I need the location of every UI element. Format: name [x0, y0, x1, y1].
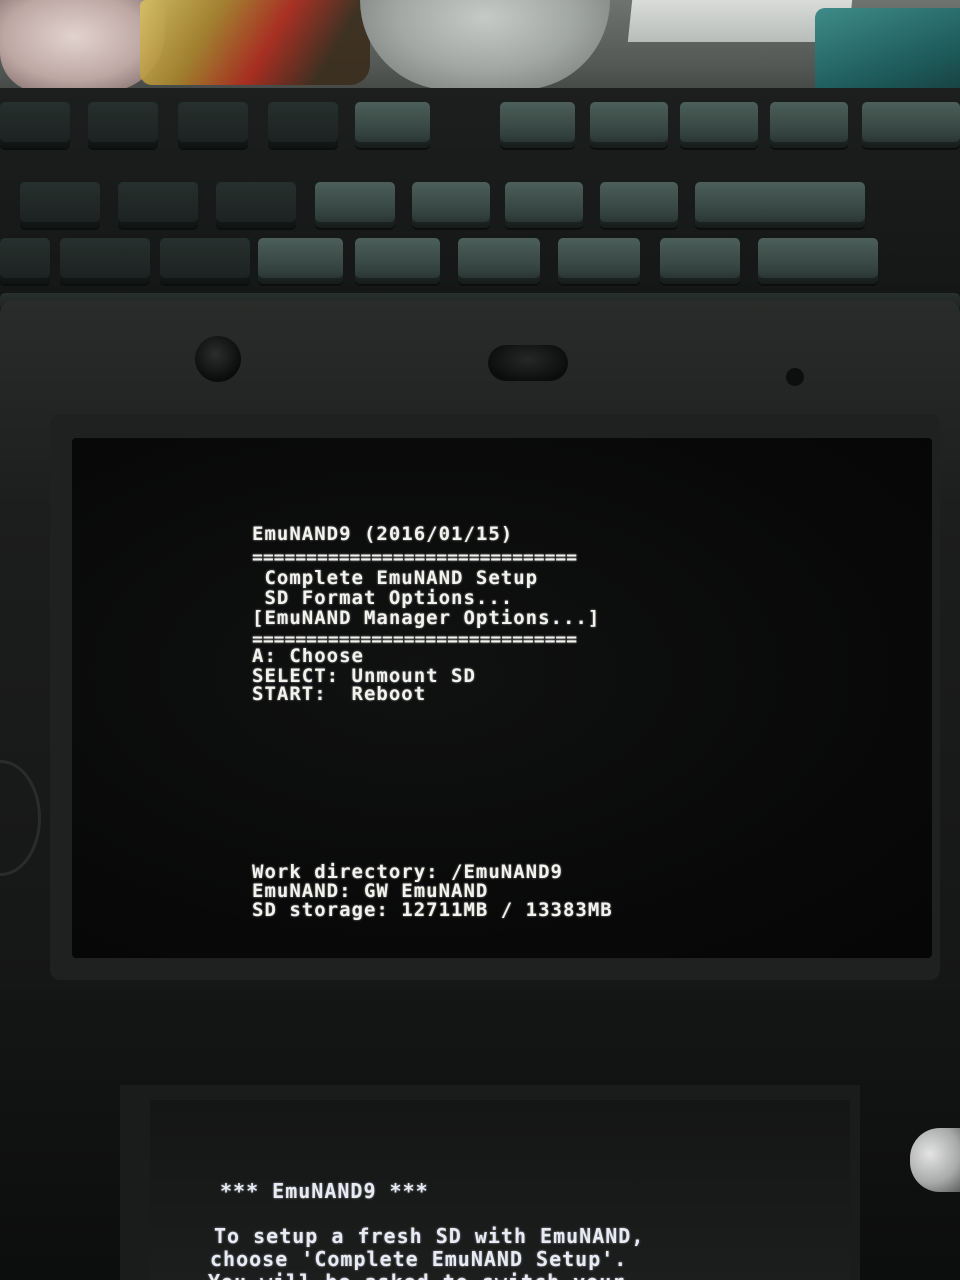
control-hint-start: START: Reboot	[252, 683, 427, 705]
keyboard-key	[216, 182, 296, 228]
menu-item-emunand-manager-selected[interactable]: [EmuNAND Manager Options...]	[252, 608, 600, 628]
keyboard-key	[680, 102, 758, 148]
keyboard-key	[558, 238, 640, 284]
keyboard-key	[0, 102, 70, 148]
bottom-screen: *** EmuNAND9 *** To setup a fresh SD wit…	[150, 1100, 850, 1280]
keyboard-key	[500, 102, 575, 148]
keyboard-key	[862, 102, 960, 148]
app-title: EmuNAND9 (2016/01/15)	[252, 523, 514, 545]
menu-item-complete-setup[interactable]: Complete EmuNAND Setup	[252, 568, 538, 588]
emunand-type-text: EmuNAND: GW EmuNAND	[252, 880, 489, 902]
keyboard-key	[178, 102, 248, 148]
control-hint-a: A: Choose	[252, 645, 364, 667]
top-screen: EmuNAND9 (2016/01/15) ==================…	[72, 438, 932, 958]
home-button	[910, 1128, 960, 1192]
keyboard-key	[0, 238, 50, 284]
keyboard-key	[412, 182, 490, 228]
toy-figurine	[140, 0, 370, 85]
work-directory-text: Work directory: /EmuNAND9	[252, 861, 563, 883]
green-box	[815, 8, 960, 96]
bottom-header: *** EmuNAND9 ***	[220, 1179, 429, 1203]
keyboard-key	[695, 182, 865, 228]
keyboard-key	[600, 182, 678, 228]
keyboard-key	[758, 238, 878, 284]
keyboard-key	[315, 182, 395, 228]
keyboard-key	[88, 102, 158, 148]
sd-storage-text: SD storage: 12711MB / 13383MB	[252, 899, 613, 921]
keyboard	[0, 88, 960, 320]
keyboard-key	[268, 102, 338, 148]
keyboard-key	[160, 238, 250, 284]
keyboard-key	[660, 238, 740, 284]
camera-lens-pair	[488, 345, 568, 381]
separator-top: ==============================	[252, 547, 578, 568]
keyboard-key	[118, 182, 198, 228]
menu-item-sd-format[interactable]: SD Format Options...	[252, 588, 513, 608]
keyboard-key	[60, 238, 150, 284]
bottom-help-line-2: choose 'Complete EmuNAND Setup'.	[210, 1247, 628, 1271]
keyboard-key	[20, 182, 100, 228]
keyboard-key	[355, 102, 430, 148]
keyboard-key	[505, 182, 583, 228]
photo-scene: EmuNAND9 (2016/01/15) ==================…	[0, 0, 960, 1280]
bottom-help-line-1: To setup a fresh SD with EmuNAND,	[214, 1224, 645, 1248]
keyboard-key	[458, 238, 540, 284]
keyboard-key	[355, 238, 440, 284]
light-sensor	[786, 368, 804, 386]
keyboard-key	[770, 102, 848, 148]
camera-lens	[195, 336, 241, 382]
bottom-help-line-3: You will be asked to switch your	[208, 1271, 625, 1280]
keyboard-key	[258, 238, 343, 284]
keyboard-key	[590, 102, 668, 148]
